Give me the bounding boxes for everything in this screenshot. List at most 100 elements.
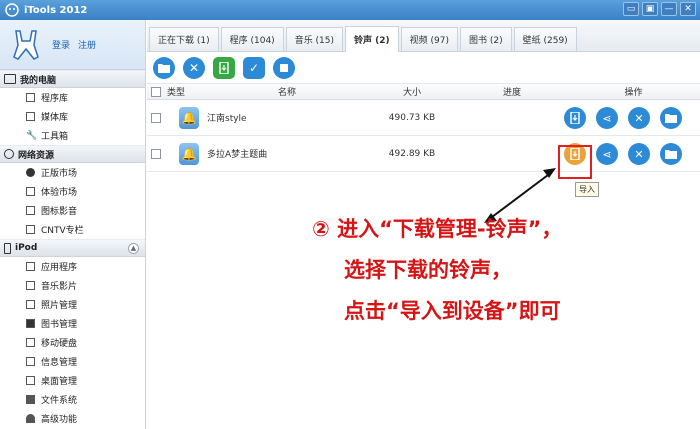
section-label: iPod [15,243,38,253]
minimize-button[interactable]: — [661,2,677,16]
itools-logo-icon [4,2,20,18]
tab-programs[interactable]: 程序 (104) [220,27,284,51]
film-icon [26,112,35,121]
delete-row-button[interactable]: ✕ [628,107,650,129]
tab-wallpapers[interactable]: 壁纸 (259) [513,27,577,51]
close-icon: ✕ [634,147,644,161]
folder-icon [665,150,677,159]
import-icon [219,61,229,74]
bell-icon: 🔔 [179,106,199,129]
delete-button[interactable]: ✕ [183,56,205,79]
stop-icon [280,63,288,72]
tab-videos[interactable]: 视频 (97) [400,27,458,51]
tab-books[interactable]: 图书 (2) [460,27,512,51]
sidebar-item-toolbox[interactable]: 🔧 工具箱 [0,126,145,145]
sidebar-item-applications[interactable]: 应用程序 [0,257,145,276]
close-icon: ✕ [188,60,200,75]
sidebar-item-official-market[interactable]: 正版市场 [0,163,145,182]
toolbar: ✕ ✓ [147,52,700,84]
open-folder-row-button[interactable] [660,107,682,129]
globe-icon [4,149,14,159]
check-icon: ✓ [248,60,260,75]
open-folder-row-button[interactable] [660,143,682,165]
tab-bar: 正在下载 (1) 程序 (104) 音乐 (15) 铃声 (2) 视频 (97)… [147,20,700,52]
section-my-computer[interactable]: 我的电脑 [0,70,145,88]
sidebar-item-mobile-disk[interactable]: 移动硬盘 [0,333,145,352]
share-button[interactable]: ⋖ [596,143,618,165]
section-label: 网络资源 [18,150,55,161]
row-checkbox[interactable] [151,148,161,159]
table-row[interactable]: 🔔 江南style 490.73 KB ⋖ ✕ [147,100,700,136]
row-name: 江南style [207,114,247,124]
row-checkbox[interactable] [151,112,161,123]
sidebar-item-books[interactable]: 图书管理 [0,314,145,333]
folder-icon [26,395,35,404]
grid-icon [26,93,35,102]
register-link[interactable]: 注册 [78,38,96,51]
close-icon: ✕ [634,111,644,125]
sidebar-item-media-library[interactable]: 媒体库 [0,107,145,126]
header-type: 类型 [167,88,186,98]
sidebar-item-desktop[interactable]: 桌面管理 [0,371,145,390]
section-network-resources[interactable]: 网络资源 [0,145,145,163]
row-size: 490.73 KB [388,112,436,123]
header-name: 名称 [277,88,296,98]
share-icon: ⋖ [602,147,612,161]
tab-ringtones[interactable]: 铃声 (2) [345,26,399,52]
annotation-line-2: 选择下载的铃声， [344,258,512,282]
delete-row-button[interactable]: ✕ [628,143,650,165]
app-title: iTools 2012 [24,4,88,16]
login-link[interactable]: 登录 [52,38,70,51]
stop-button[interactable] [273,56,295,79]
row-name: 多拉A梦主题曲 [207,150,268,160]
title-bar: iTools 2012 ▭ ▣ — ✕ [0,0,700,20]
sidebar-item-photos[interactable]: 照片管理 [0,295,145,314]
share-button[interactable]: ⋖ [596,107,618,129]
highlight-box [558,145,592,179]
sidebar-item-trial-market[interactable]: 体验市场 [0,182,145,201]
section-label: 我的电脑 [20,75,57,86]
skin-button[interactable]: ▭ [623,2,639,16]
sidebar: 登录 注册 我的电脑 程序库 媒体库 🔧 工具箱 网络资源 正版市场 体验市场 图… [0,20,146,429]
section-ipod[interactable]: iPod ▲ [0,239,145,257]
header-progress: 进度 [502,88,521,98]
import-icon [570,112,580,124]
select-all-checkbox[interactable] [151,86,161,97]
sidebar-item-file-system[interactable]: 文件系统 [0,390,145,409]
sidebar-item-advanced[interactable]: 高级功能 [0,409,145,428]
sidebar-item-messages[interactable]: 信息管理 [0,352,145,371]
folder-icon [158,63,170,73]
apple-icon [26,168,35,177]
avatar [8,27,44,63]
import-button[interactable] [564,107,586,129]
window-controls: ▭ ▣ — ✕ [623,2,696,16]
info-icon [26,357,35,366]
import-to-device-button[interactable] [213,56,235,79]
tv-icon [26,225,35,234]
close-button[interactable]: ✕ [680,2,696,16]
select-all-button[interactable]: ✓ [243,56,265,79]
header-size: 大小 [402,88,421,98]
tab-downloading[interactable]: 正在下载 (1) [149,27,219,51]
book-icon [26,319,35,328]
sidebar-item-app-library[interactable]: 程序库 [0,88,145,107]
sidebar-item-cntv[interactable]: CNTV专栏 [0,220,145,239]
picture-icon [26,206,35,215]
tab-music[interactable]: 音乐 (15) [285,27,344,51]
settings-button[interactable]: ▣ [642,2,658,16]
photo-icon [26,300,35,309]
account-panel: 登录 注册 [0,20,145,70]
computer-icon [4,74,16,84]
desktop-icon [26,376,35,385]
sidebar-item-icon-media[interactable]: 图标影音 [0,201,145,220]
open-folder-button[interactable] [153,56,175,79]
table-header: 类型 名称 大小 进度 操作 [147,84,700,100]
sidebar-item-music-video[interactable]: 音乐影片 [0,276,145,295]
eject-icon[interactable]: ▲ [128,243,139,254]
wrench-icon: 🔧 [26,131,38,141]
annotation-line-1: ② 进入“下载管理-铃声”， [312,217,563,241]
tooltip: 导入 [575,182,599,197]
disk-icon [26,338,35,347]
annotation-line-3: 点击“导入到设备”即可 [344,299,561,323]
table-row[interactable]: 🔔 多拉A梦主题曲 492.89 KB ⋖ ✕ [147,136,700,172]
